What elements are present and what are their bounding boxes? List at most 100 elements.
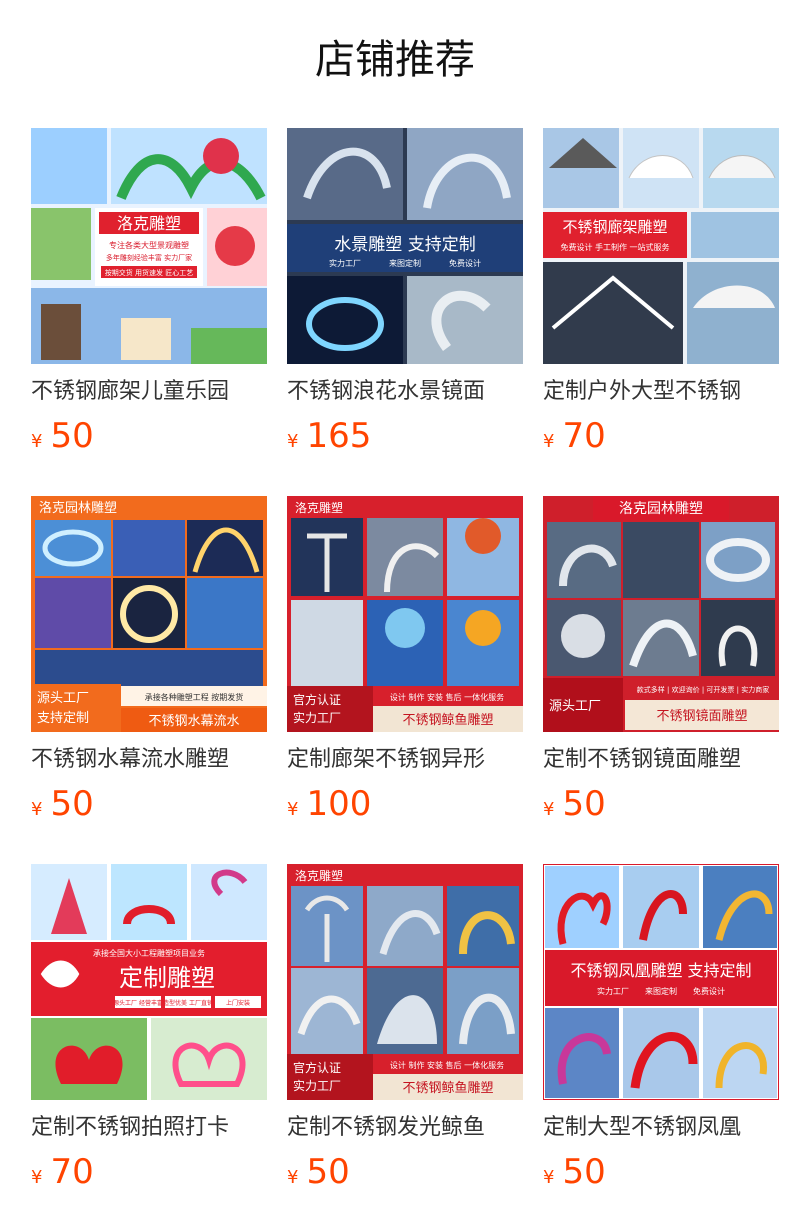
product-image[interactable]: 不锈钢凤凰雕塑 支持定制 实力工厂 来图定制 免费设计 [543, 864, 779, 1100]
product-price: ¥ 50 [31, 416, 267, 456]
page: 店铺推荐 洛克雕塑 专注各类大型景观雕塑 多年雕刻经验丰富 实力厂家 按期交货 … [0, 0, 790, 1232]
product-price: ¥ 165 [287, 416, 523, 456]
currency-symbol: ¥ [31, 1167, 43, 1188]
product-name[interactable]: 不锈钢水幕流水雕塑 [31, 744, 267, 776]
currency-symbol: ¥ [31, 431, 43, 452]
product-image[interactable]: 水景雕塑 支持定制 实力工厂 来图定制 免费设计 [287, 128, 523, 364]
svg-text:不锈钢鲸鱼雕塑: 不锈钢鲸鱼雕塑 [402, 712, 493, 728]
product-image-art: 洛克园林雕塑 源头工厂 支持定制 承接各种雕塑工程 按期发货 不锈钢水幕流水 [31, 496, 267, 732]
image-badge-text: 洛克雕塑 [295, 868, 343, 883]
product-name[interactable]: 定制不锈钢镜面雕塑 [543, 744, 779, 776]
currency-symbol: ¥ [543, 1167, 555, 1188]
image-badge-text: 定制雕塑 [119, 964, 215, 992]
product-card[interactable]: 洛克雕塑 专注各类大型景观雕塑 多年雕刻经验丰富 实力厂家 按期交货 用货速发 … [31, 128, 267, 496]
image-badge-text: 洛克园林雕塑 [39, 501, 117, 516]
price-value: 100 [306, 784, 372, 824]
price-value: 50 [306, 1152, 350, 1192]
product-image-art: 水景雕塑 支持定制 实力工厂 来图定制 免费设计 [287, 128, 523, 364]
product-name[interactable]: 定制不锈钢发光鲸鱼 [287, 1112, 523, 1144]
svg-text:来图定制: 来图定制 [389, 258, 421, 268]
svg-text:承接全国大小工程雕塑项目业务: 承接全国大小工程雕塑项目业务 [93, 948, 205, 958]
product-image[interactable]: 承接全国大小工程雕塑项目业务 定制雕塑 源头工厂 经营丰富 造型优美 工厂直销 … [31, 864, 267, 1100]
product-image-art: 承接全国大小工程雕塑项目业务 定制雕塑 源头工厂 经营丰富 造型优美 工厂直销 … [31, 864, 267, 1100]
price-value: 50 [562, 1152, 606, 1192]
product-price: ¥ 50 [287, 1152, 523, 1192]
price-value: 50 [50, 416, 94, 456]
currency-symbol: ¥ [31, 799, 43, 820]
svg-text:设计 制作 安装 售后 一体化服务: 设计 制作 安装 售后 一体化服务 [390, 692, 504, 702]
svg-text:按期交货 用货速发 匠心工艺: 按期交货 用货速发 匠心工艺 [105, 268, 193, 277]
product-card[interactable]: 水景雕塑 支持定制 实力工厂 来图定制 免费设计 不锈钢浪花水景镜面 ¥ 165 [287, 128, 523, 496]
product-card[interactable]: 不锈钢凤凰雕塑 支持定制 实力工厂 来图定制 免费设计 定制大型不锈钢凤凰 ¥ … [543, 864, 779, 1232]
svg-text:免费设计: 免费设计 [449, 258, 481, 268]
svg-text:实力工厂: 实力工厂 [293, 710, 341, 725]
product-image[interactable]: 不锈钢廊架雕塑 免费设计 手工制作 一站式服务 [543, 128, 779, 364]
product-name[interactable]: 定制户外大型不锈钢 [543, 376, 779, 408]
svg-text:上门安装: 上门安装 [226, 999, 250, 1007]
svg-text:不锈钢鲸鱼雕塑: 不锈钢鲸鱼雕塑 [402, 1080, 493, 1096]
svg-text:造型优美 工厂直销: 造型优美 工厂直销 [163, 999, 213, 1007]
price-value: 50 [50, 784, 94, 824]
product-card[interactable]: 承接全国大小工程雕塑项目业务 定制雕塑 源头工厂 经营丰富 造型优美 工厂直销 … [31, 864, 267, 1232]
product-name[interactable]: 不锈钢浪花水景镜面 [287, 376, 523, 408]
svg-text:设计 制作 安装 售后 一体化服务: 设计 制作 安装 售后 一体化服务 [390, 1060, 504, 1070]
image-badge-text: 不锈钢廊架雕塑 [562, 218, 667, 236]
currency-symbol: ¥ [543, 431, 555, 452]
svg-text:来图定制: 来图定制 [645, 986, 677, 996]
product-name[interactable]: 定制大型不锈钢凤凰 [543, 1112, 779, 1144]
price-value: 70 [562, 416, 606, 456]
svg-text:免费设计 手工制作 一站式服务: 免费设计 手工制作 一站式服务 [560, 242, 669, 252]
image-badge-text: 洛克园林雕塑 [619, 501, 703, 517]
product-image[interactable]: 洛克园林雕塑 源头工厂 支持定制 承接各种雕塑工程 按期发货 不锈钢水幕流水 [31, 496, 267, 732]
product-price: ¥ 100 [287, 784, 523, 824]
product-name[interactable]: 定制不锈钢拍照打卡 [31, 1112, 267, 1144]
product-image-art: 洛克园林雕塑 源头工厂 款式多样 | 欢迎询价 | 可开发票 | 实力商家 不锈… [543, 496, 779, 732]
product-price: ¥ 50 [31, 784, 267, 824]
image-badge-text: 洛克雕塑 [117, 214, 181, 233]
page-title: 店铺推荐 [315, 37, 475, 83]
svg-text:免费设计: 免费设计 [693, 986, 725, 996]
svg-text:实力工厂: 实力工厂 [597, 986, 629, 996]
product-grid: 洛克雕塑 专注各类大型景观雕塑 多年雕刻经验丰富 实力厂家 按期交货 用货速发 … [31, 128, 779, 1232]
product-image[interactable]: 洛克雕塑 专注各类大型景观雕塑 多年雕刻经验丰富 实力厂家 按期交货 用货速发 … [31, 128, 267, 364]
product-image-art: 洛克雕塑 官方认证 实力工厂 设计 制作 安装 售后 一体化服务 不锈钢鲸鱼雕塑 [287, 864, 523, 1100]
currency-symbol: ¥ [287, 1167, 299, 1188]
svg-text:官方认证: 官方认证 [293, 692, 341, 707]
svg-text:承接各种雕塑工程 按期发货: 承接各种雕塑工程 按期发货 [145, 692, 244, 702]
svg-text:支持定制: 支持定制 [37, 711, 89, 726]
svg-text:源头工厂 经营丰富: 源头工厂 经营丰富 [113, 999, 163, 1007]
product-card[interactable]: 洛克园林雕塑 源头工厂 款式多样 | 欢迎询价 | 可开发票 | 实力商家 不锈… [543, 496, 779, 864]
price-value: 70 [50, 1152, 94, 1192]
svg-text:款式多样 | 欢迎询价 | 可开发票 | 实力商家: 款式多样 | 欢迎询价 | 可开发票 | 实力商家 [637, 685, 769, 694]
image-badge-text: 不锈钢凤凰雕塑 支持定制 [570, 961, 751, 980]
product-image-art: 不锈钢廊架雕塑 免费设计 手工制作 一站式服务 [543, 128, 779, 364]
price-value: 50 [562, 784, 606, 824]
product-image-art: 洛克雕塑 专注各类大型景观雕塑 多年雕刻经验丰富 实力厂家 按期交货 用货速发 … [31, 128, 267, 364]
product-card[interactable]: 洛克雕塑 官方认证 实力工厂 设计 制作 安装 售后 一体化服务 不锈钢鲸鱼雕塑… [287, 496, 523, 864]
svg-text:不锈钢镜面雕塑: 不锈钢镜面雕塑 [656, 709, 747, 724]
svg-text:源头工厂: 源头工厂 [37, 691, 89, 706]
svg-text:多年雕刻经验丰富 实力厂家: 多年雕刻经验丰富 实力厂家 [106, 253, 192, 262]
product-card[interactable]: 洛克园林雕塑 源头工厂 支持定制 承接各种雕塑工程 按期发货 不锈钢水幕流水 不… [31, 496, 267, 864]
product-card[interactable]: 洛克雕塑 官方认证 实力工厂 设计 制作 安装 售后 一体化服务 不锈钢鲸鱼雕塑… [287, 864, 523, 1232]
currency-symbol: ¥ [543, 799, 555, 820]
product-price: ¥ 70 [543, 416, 779, 456]
svg-text:源头工厂: 源头工厂 [549, 699, 601, 714]
product-image[interactable]: 洛克雕塑 官方认证 实力工厂 设计 制作 安装 售后 一体化服务 不锈钢鲸鱼雕塑 [287, 496, 523, 732]
svg-text:不锈钢水幕流水: 不锈钢水幕流水 [148, 714, 239, 729]
svg-text:官方认证: 官方认证 [293, 1060, 341, 1075]
svg-text:专注各类大型景观雕塑: 专注各类大型景观雕塑 [109, 240, 189, 250]
product-image-art: 洛克雕塑 官方认证 实力工厂 设计 制作 安装 售后 一体化服务 不锈钢鲸鱼雕塑 [287, 496, 523, 732]
price-value: 165 [306, 416, 372, 456]
currency-symbol: ¥ [287, 799, 299, 820]
product-image[interactable]: 洛克雕塑 官方认证 实力工厂 设计 制作 安装 售后 一体化服务 不锈钢鲸鱼雕塑 [287, 864, 523, 1100]
image-badge-text: 水景雕塑 支持定制 [334, 235, 475, 255]
product-name[interactable]: 不锈钢廊架儿童乐园 [31, 376, 267, 408]
svg-text:实力工厂: 实力工厂 [293, 1078, 341, 1093]
product-price: ¥ 70 [31, 1152, 267, 1192]
product-image[interactable]: 洛克园林雕塑 源头工厂 款式多样 | 欢迎询价 | 可开发票 | 实力商家 不锈… [543, 496, 779, 732]
svg-text:实力工厂: 实力工厂 [329, 258, 361, 268]
image-badge-text: 洛克雕塑 [295, 500, 343, 515]
product-card[interactable]: 不锈钢廊架雕塑 免费设计 手工制作 一站式服务 定制户外大型不锈钢 ¥ 70 [543, 128, 779, 496]
product-name[interactable]: 定制廊架不锈钢异形 [287, 744, 523, 776]
